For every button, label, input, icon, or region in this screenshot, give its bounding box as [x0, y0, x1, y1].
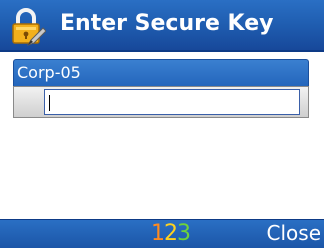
input-mode-indicator[interactable]: 123	[151, 220, 191, 247]
input-mode-digit-3: 3	[177, 221, 191, 246]
field-label-bar: Corp-05	[13, 59, 309, 86]
text-caret	[49, 95, 50, 111]
input-mode-digit-2: 2	[164, 221, 178, 246]
field-container	[13, 86, 309, 118]
field-label: Corp-05	[17, 63, 81, 82]
lock-pen-icon	[10, 7, 47, 47]
input-mode-digit-1: 1	[151, 221, 165, 246]
softkey-bar: 123 Close	[0, 219, 324, 248]
secure-key-input[interactable]	[44, 89, 300, 115]
close-softkey[interactable]: Close	[267, 220, 321, 247]
title-bar: Enter Secure Key	[0, 0, 324, 52]
dialog-title: Enter Secure Key	[60, 11, 274, 36]
